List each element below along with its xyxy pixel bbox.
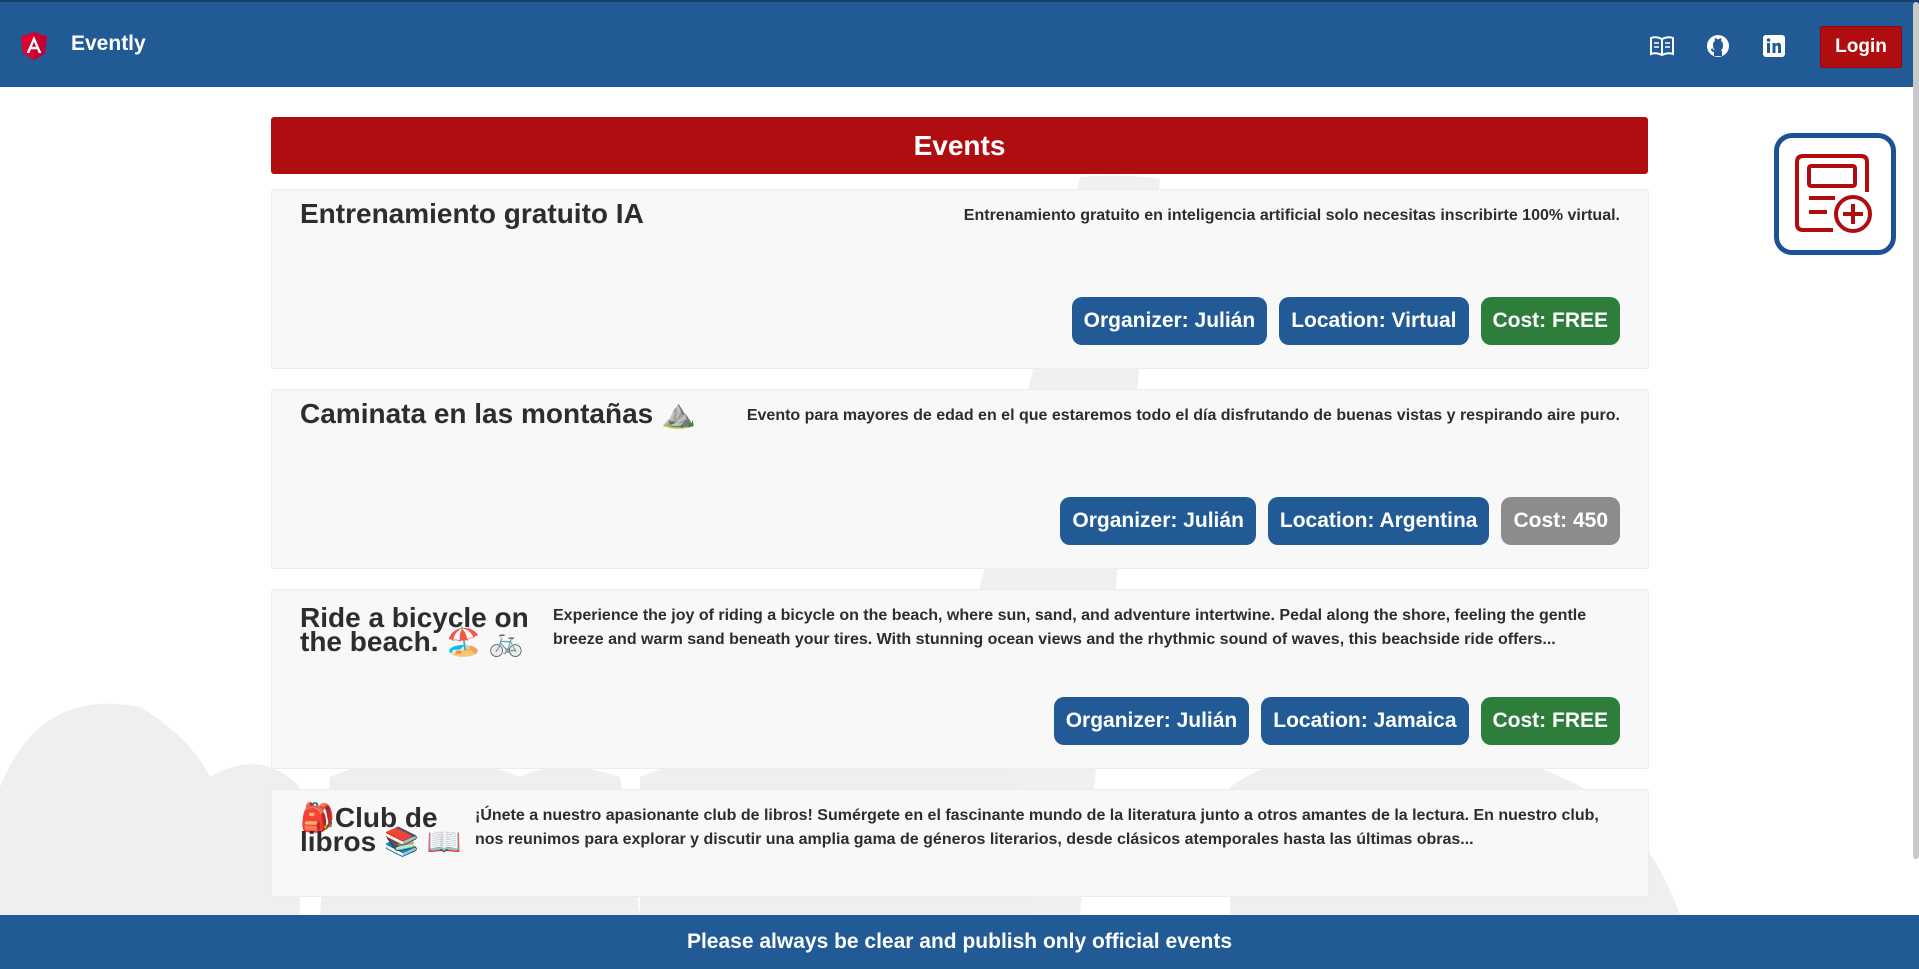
event-title: Caminata en las montañas ⛰️ — [300, 398, 696, 429]
event-description: Experience the joy of riding a bicycle o… — [553, 607, 1587, 648]
app-name[interactable]: Evently — [71, 32, 146, 56]
location-tag[interactable]: Location: Virtual — [1279, 297, 1469, 345]
event-card[interactable]: Caminata en las montañas ⛰️ Evento para … — [271, 389, 1649, 569]
page-title: Events — [271, 117, 1648, 174]
cost-tag[interactable]: Cost: FREE — [1480, 697, 1620, 745]
book-icon[interactable] — [1648, 32, 1676, 60]
event-title: 🎒Club de libros 📚 📖 — [300, 804, 462, 857]
cost-tag[interactable]: Cost: FREE — [1480, 297, 1620, 345]
location-tag[interactable]: Location: Jamaica — [1261, 697, 1469, 745]
angular-logo-icon[interactable] — [19, 31, 49, 61]
linkedin-icon[interactable] — [1760, 32, 1788, 60]
event-description: ¡Únete a nuestro apasionante club de lib… — [475, 807, 1599, 848]
scrollbar[interactable] — [1913, 2, 1919, 859]
footer-message: Please always be clear and publish only … — [0, 915, 1919, 969]
event-card[interactable]: Ride a bicycle on the beach. 🏖️ 🚲 Experi… — [271, 589, 1649, 769]
event-title-line: the beach. 🏖️ 🚲 — [300, 626, 524, 657]
add-event-icon — [1795, 154, 1872, 233]
event-description: Entrenamiento gratuito en inteligencia a… — [963, 207, 1620, 224]
event-card[interactable]: 🎒Club de libros 📚 📖 ¡Únete a nuestro apa… — [271, 789, 1649, 897]
event-tags: Organizer: Julián Location: Jamaica Cost… — [1053, 697, 1620, 745]
event-tags: Organizer: Julián Location: Argentina Co… — [1060, 497, 1620, 545]
cost-tag[interactable]: Cost: 450 — [1501, 497, 1620, 545]
organizer-tag[interactable]: Organizer: Julián — [1071, 297, 1268, 345]
top-navbar: Evently Login — [0, 0, 1919, 87]
event-description: Evento para mayores de edad en el que es… — [746, 407, 1620, 424]
organizer-tag[interactable]: Organizer: Julián — [1053, 697, 1250, 745]
event-title-line: libros 📚 📖 — [300, 826, 462, 857]
event-card[interactable]: Entrenamiento gratuito IA Entrenamiento … — [271, 189, 1649, 369]
event-tags: Organizer: Julián Location: Virtual Cost… — [1071, 297, 1620, 345]
github-icon[interactable] — [1704, 32, 1732, 60]
login-button[interactable]: Login — [1820, 26, 1902, 68]
event-title: Entrenamiento gratuito IA — [300, 198, 644, 229]
organizer-tag[interactable]: Organizer: Julián — [1060, 497, 1256, 545]
location-tag[interactable]: Location: Argentina — [1267, 497, 1490, 545]
add-event-button[interactable] — [1774, 133, 1896, 255]
event-title: Ride a bicycle on the beach. 🏖️ 🚲 — [300, 604, 529, 657]
